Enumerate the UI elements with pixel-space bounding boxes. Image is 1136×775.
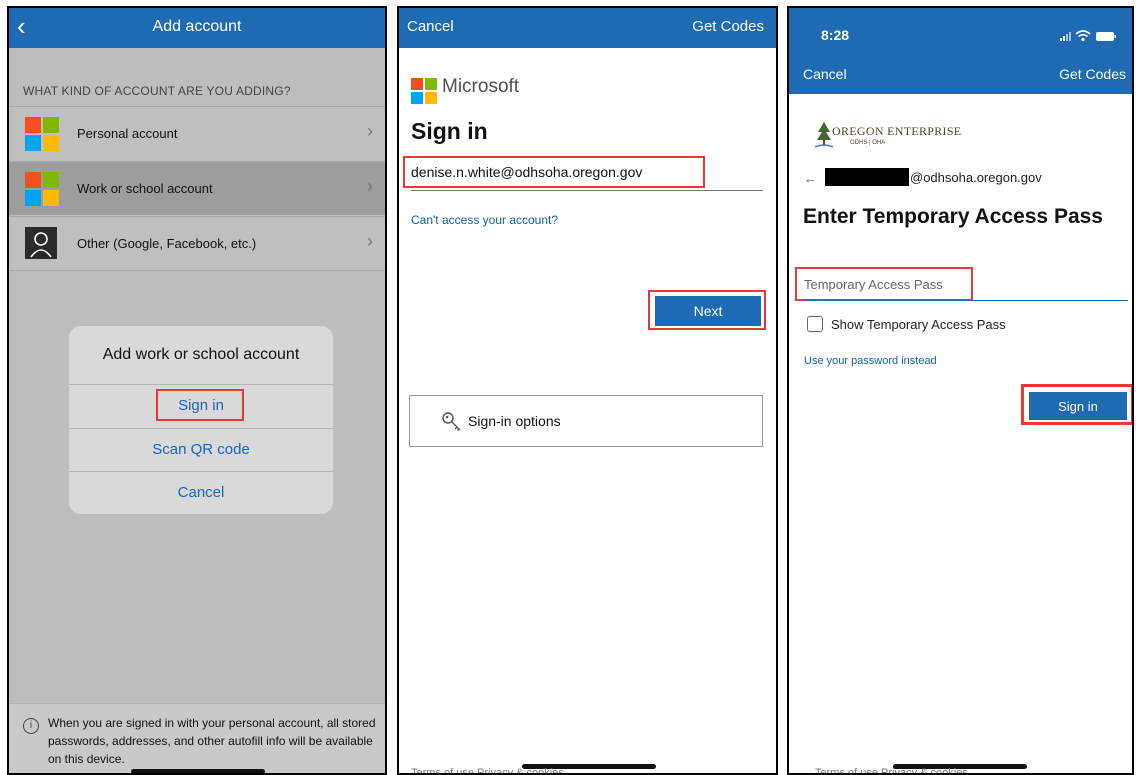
cancel-link[interactable]: Cancel xyxy=(407,18,454,35)
status-icons xyxy=(1058,28,1118,44)
show-tap-checkbox[interactable] xyxy=(807,316,823,332)
chevron-right-icon: › xyxy=(367,176,373,196)
list-item-work-school-account[interactable]: Work or school account › xyxy=(9,161,385,215)
microsoft-logo-icon xyxy=(25,172,59,206)
autofill-info-footer: i When you are signed in with your perso… xyxy=(9,703,385,773)
list-item-label: Other (Google, Facebook, etc.) xyxy=(77,236,257,251)
terms-privacy-footer[interactable]: Terms of use Privacy & cookies xyxy=(815,767,968,773)
cancel-link[interactable]: Cancel xyxy=(803,66,847,82)
email-field-underline xyxy=(411,190,763,191)
sign-in-options-label: Sign-in options xyxy=(468,413,561,429)
status-time: 8:28 xyxy=(821,27,850,43)
cancel-button[interactable]: Cancel xyxy=(69,483,333,502)
home-indicator xyxy=(131,769,265,773)
sign-in-button[interactable]: Sign in xyxy=(69,396,333,415)
list-item-label: Personal account xyxy=(77,126,178,141)
chevron-right-icon: › xyxy=(367,121,373,141)
header-bar: ‹ Add account xyxy=(9,8,385,48)
dialog-title: Add work or school account xyxy=(102,346,300,363)
header-bar: Cancel Get Codes xyxy=(399,8,776,48)
add-account-screen: ‹ Add account WHAT KIND OF ACCOUNT ARE Y… xyxy=(7,6,387,775)
wifi-icon xyxy=(1075,30,1091,42)
logo-text: OREGON ENTERPRISE xyxy=(832,124,962,138)
oregon-enterprise-logo: OREGON ENTERPRISE ODHS | OHA xyxy=(814,118,1005,155)
battery-icon xyxy=(1096,32,1116,41)
next-button[interactable]: Next xyxy=(655,296,761,326)
use-password-link[interactable]: Use your password instead xyxy=(804,355,937,367)
divider xyxy=(69,428,333,429)
microsoft-sign-in-screen: Cancel Get Codes Microsoft Sign in denis… xyxy=(397,6,778,775)
account-type-list: WHAT KIND OF ACCOUNT ARE YOU ADDING? Per… xyxy=(9,48,385,773)
signal-icon xyxy=(1060,32,1071,41)
terms-privacy-footer[interactable]: Terms of use Privacy & cookies xyxy=(411,767,564,773)
list-item-personal-account[interactable]: Personal account › xyxy=(9,106,385,160)
temporary-access-pass-field[interactable]: Temporary Access Pass xyxy=(804,277,943,292)
page-title: Enter Temporary Access Pass xyxy=(803,205,1103,228)
list-item-other-account[interactable]: Other (Google, Facebook, etc.) › xyxy=(9,216,385,271)
email-field[interactable]: denise.n.white@odhsoha.oregon.gov xyxy=(411,164,642,180)
section-label: WHAT KIND OF ACCOUNT ARE YOU ADDING? xyxy=(23,84,291,98)
temporary-access-pass-screen: 8:28 Cancel Get Codes OREGON ENTERPRISE … xyxy=(787,6,1134,775)
person-icon xyxy=(25,227,57,259)
page-title: Add account xyxy=(152,18,242,35)
tap-field-underline xyxy=(803,300,1128,301)
tree-logo-icon xyxy=(814,120,834,155)
account-domain: @odhsoha.oregon.gov xyxy=(910,170,1042,185)
get-codes-link[interactable]: Get Codes xyxy=(1059,66,1126,82)
divider xyxy=(69,471,333,472)
sign-in-button[interactable]: Sign in xyxy=(1029,392,1127,420)
brand-name: Microsoft xyxy=(442,76,520,97)
divider xyxy=(69,384,333,385)
redacted-username xyxy=(825,168,909,186)
back-arrow-icon[interactable]: ← xyxy=(804,171,817,186)
sign-in-options-button[interactable]: Sign-in options xyxy=(409,395,763,447)
cant-access-account-link[interactable]: Can't access your account? xyxy=(411,213,558,227)
logo-subtext: ODHS | OHA xyxy=(850,140,886,146)
info-icon: i xyxy=(23,718,39,734)
chevron-right-icon: › xyxy=(367,231,373,251)
get-codes-link[interactable]: Get Codes xyxy=(692,18,764,35)
add-work-account-dialog: Add work or school account Sign in Scan … xyxy=(69,326,333,514)
scan-qr-code-button[interactable]: Scan QR code xyxy=(69,440,333,459)
microsoft-logo-icon xyxy=(411,78,437,104)
microsoft-logo-icon xyxy=(25,117,59,151)
page-title: Sign in xyxy=(411,118,488,144)
autofill-info-text: When you are signed in with your persona… xyxy=(48,716,376,766)
show-tap-label[interactable]: Show Temporary Access Pass xyxy=(831,317,1006,332)
list-item-label: Work or school account xyxy=(77,181,213,196)
key-icon xyxy=(440,410,464,434)
header-bar: 8:28 Cancel Get Codes xyxy=(789,8,1132,94)
